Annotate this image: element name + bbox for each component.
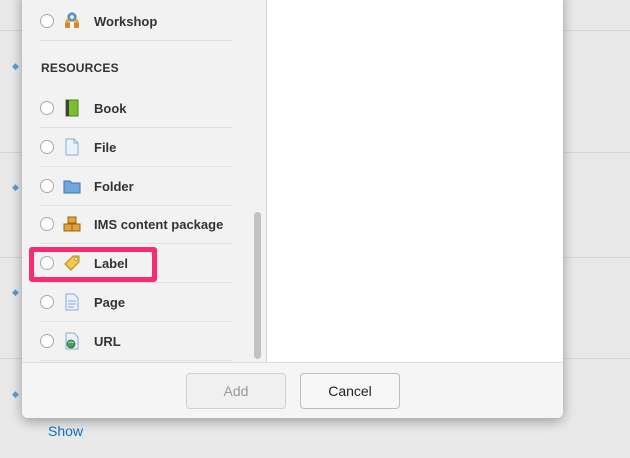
option-label: File — [94, 139, 117, 155]
add-activity-dialog: Workshop RESOURCES Book File Folder IMS … — [22, 0, 563, 418]
page-icon — [63, 293, 81, 311]
option-label: Folder — [94, 178, 134, 194]
radio-button[interactable] — [40, 334, 54, 348]
options-list: Workshop RESOURCES Book File Folder IMS … — [22, 0, 267, 362]
move-icon[interactable]: ◆ — [12, 62, 20, 71]
radio-button[interactable] — [40, 295, 54, 309]
radio-button[interactable] — [40, 101, 54, 115]
option-file[interactable]: File — [40, 128, 232, 167]
option-url[interactable]: URL — [40, 322, 232, 361]
file-icon — [63, 138, 81, 156]
url-icon — [63, 332, 81, 350]
option-label: Book — [94, 100, 127, 116]
add-button[interactable]: Add — [186, 373, 286, 409]
option-folder[interactable]: Folder — [40, 167, 232, 206]
move-icon[interactable]: ◆ — [12, 390, 20, 399]
option-label: Workshop — [94, 13, 158, 29]
book-icon — [63, 99, 81, 117]
radio-button[interactable] — [40, 179, 54, 193]
option-book[interactable]: Book — [40, 89, 232, 128]
package-icon — [63, 215, 81, 233]
option-page[interactable]: Page — [40, 283, 232, 322]
radio-button[interactable] — [40, 217, 54, 231]
workshop-icon — [63, 12, 81, 30]
option-label: Page — [94, 294, 126, 310]
option-ims-content-package[interactable]: IMS content package — [40, 205, 232, 244]
folder-icon — [63, 177, 81, 195]
option-label: URL — [94, 333, 121, 349]
dialog-footer: Add Cancel — [22, 362, 563, 418]
option-label: IMS content package — [94, 216, 224, 232]
move-icon[interactable]: ◆ — [12, 183, 20, 192]
scrollbar[interactable] — [254, 212, 261, 359]
highlight-box — [29, 247, 157, 282]
help-pane — [267, 0, 563, 362]
resources-heading: RESOURCES — [41, 61, 119, 75]
move-icon[interactable]: ◆ — [12, 288, 20, 297]
radio-button[interactable] — [40, 140, 54, 154]
radio-button[interactable] — [40, 14, 54, 28]
show-link[interactable]: Show — [48, 423, 83, 439]
cancel-button[interactable]: Cancel — [300, 373, 400, 409]
option-workshop[interactable]: Workshop — [40, 2, 232, 41]
